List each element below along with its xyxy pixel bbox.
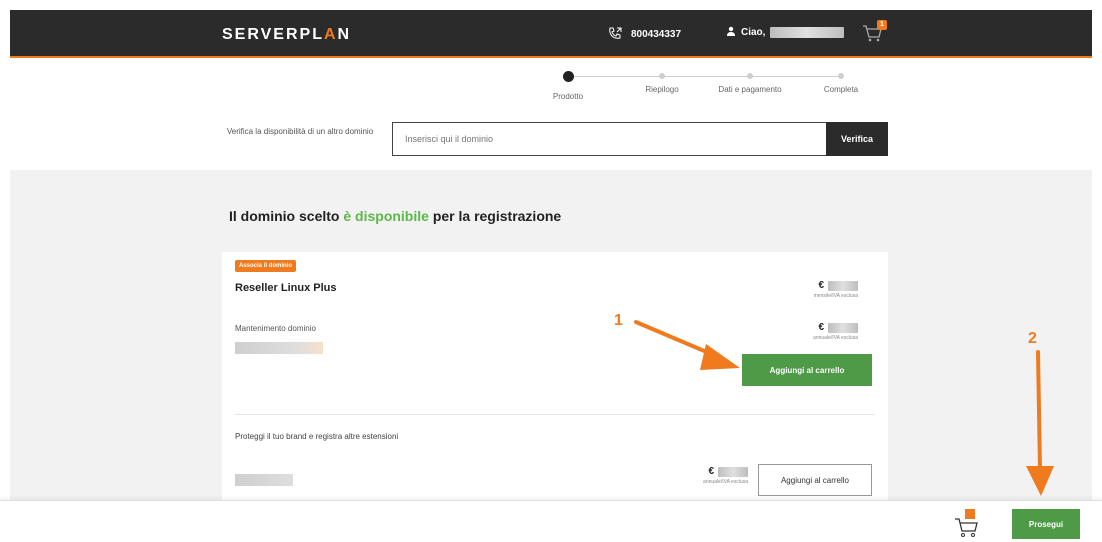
bottom-action-bar: Prosegui	[0, 500, 1102, 542]
product-price: € mensile/IVA esclusa	[814, 280, 858, 299]
step-dot	[747, 73, 753, 79]
currency-symbol: €	[818, 322, 824, 333]
price-redacted	[718, 466, 748, 477]
annotation-number-1: 1	[614, 312, 623, 329]
price-redacted	[828, 322, 858, 333]
cart-icon	[861, 25, 883, 48]
product-name: Reseller Linux Plus	[235, 282, 337, 294]
step-dot	[838, 73, 844, 79]
user-name-redacted	[770, 27, 845, 38]
step-dot	[659, 73, 665, 79]
price-subtext: annuale/IVA esclusa	[813, 335, 858, 341]
extension-name-redacted	[235, 474, 293, 486]
proceed-button[interactable]: Prosegui	[1012, 509, 1080, 539]
verify-button[interactable]: Verifica	[826, 122, 888, 156]
domain-name-redacted	[235, 342, 323, 354]
step-riepilogo: Riepilogo	[617, 68, 707, 94]
user-icon	[726, 26, 736, 39]
domain-verify-section: Verifica la disponibilità di un altro do…	[10, 108, 1092, 164]
add-to-cart-button[interactable]: Aggiungi al carrello	[742, 354, 872, 386]
step-label: Riepilogo	[645, 85, 679, 94]
bottom-cart-button[interactable]	[954, 509, 980, 537]
price-subtext: mensile/IVA esclusa	[813, 293, 858, 299]
price-redacted	[828, 280, 858, 291]
step-dot-active	[562, 71, 574, 82]
associate-domain-badge: Associa il dominio	[235, 260, 297, 272]
headline-text: Il dominio scelto	[229, 208, 344, 224]
serverplan-logo[interactable]: SERVERPLAN	[222, 26, 351, 44]
availability-headline: Il dominio scelto è disponibile per la r…	[229, 208, 561, 224]
header-cart-button[interactable]: 1	[861, 20, 887, 48]
top-navbar: SERVERPLAN 800434337 Ciao, 1	[10, 10, 1092, 58]
user-greeting: Ciao,	[741, 27, 766, 38]
protect-brand-text: Proteggi il tuo brand e registra altre e…	[235, 432, 399, 441]
product-card: Associa il dominio Reseller Linux Plus €…	[222, 252, 888, 500]
step-dati-pagamento: Dati e pagamento	[705, 68, 795, 94]
currency-symbol: €	[708, 466, 714, 477]
domain-search-input[interactable]	[392, 122, 828, 156]
price-subtext: annuale/IVA esclusa	[703, 479, 748, 485]
step-prodotto: Prodotto	[523, 68, 613, 101]
user-menu[interactable]: Ciao,	[726, 26, 845, 39]
headline-available: è disponibile	[343, 208, 429, 224]
annotation-number-2: 2	[1028, 330, 1037, 347]
phone-number: 800434337	[631, 28, 682, 40]
maintenance-price: € annuale/IVA esclusa	[813, 322, 858, 341]
step-label: Completa	[823, 85, 859, 94]
phone-icon	[607, 26, 623, 42]
extension-price: € annuale/IVA esclusa	[703, 466, 748, 485]
extension-add-to-cart-button[interactable]: Aggiungi al carrello	[758, 464, 872, 496]
step-completa: Completa	[796, 68, 886, 94]
card-divider	[235, 414, 875, 415]
main-content: Il dominio scelto è disponibile per la r…	[10, 170, 1092, 500]
phone-contact[interactable]: 800434337	[607, 26, 681, 42]
verify-label: Verifica la disponibilità di un altro do…	[226, 127, 374, 136]
headline-text: per la registrazione	[428, 208, 562, 224]
checkout-stepper: Prodotto Riepilogo Dati e pagamento Comp…	[553, 68, 860, 108]
currency-symbol: €	[818, 280, 824, 291]
cart-count-badge: 1	[877, 20, 887, 30]
step-label: Dati e pagamento	[718, 85, 782, 94]
maintenance-label: Mantenimento dominio	[235, 324, 316, 333]
step-label: Prodotto	[552, 92, 584, 101]
